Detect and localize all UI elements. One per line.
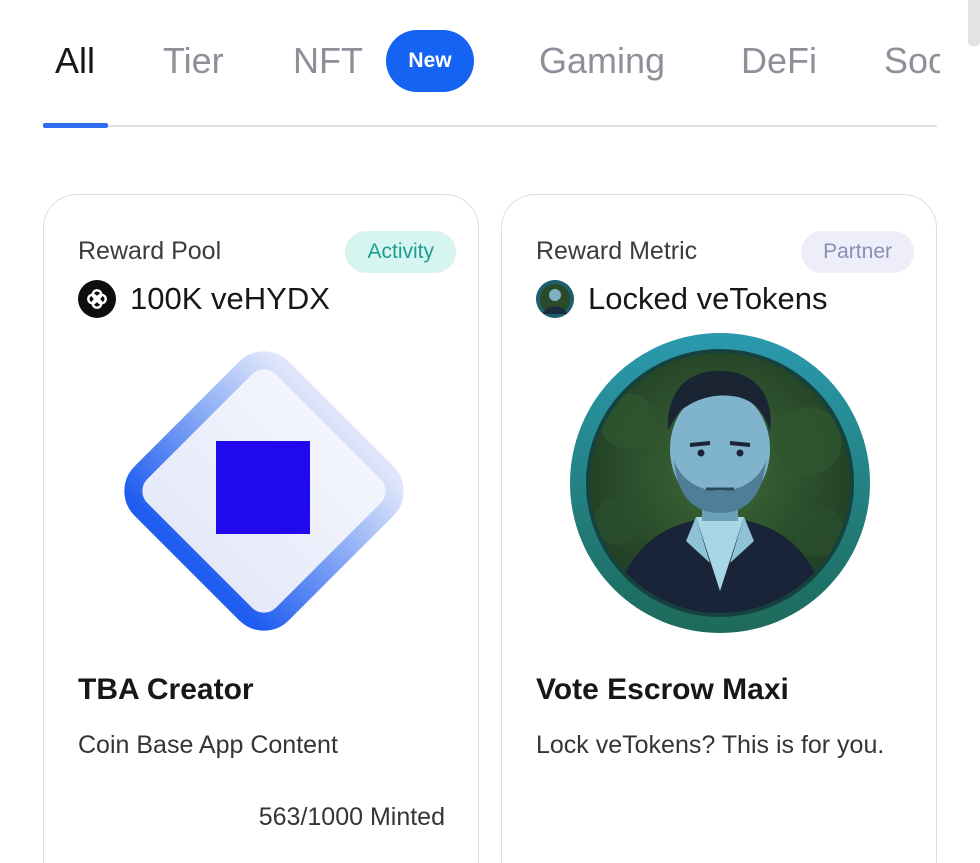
reward-label: Reward Metric bbox=[536, 237, 698, 265]
tab-social[interactable]: Soc bbox=[884, 38, 940, 84]
tab-defi[interactable]: DeFi bbox=[741, 38, 817, 84]
active-tab-indicator bbox=[43, 123, 108, 128]
new-badge: New bbox=[386, 30, 474, 92]
reward-value: 100K veHYDX bbox=[78, 279, 330, 319]
category-tabs: All Tier NFT New Gaming DeFi Soc bbox=[0, 0, 940, 130]
avatar-portrait-icon bbox=[536, 280, 574, 318]
tab-gaming[interactable]: Gaming bbox=[539, 38, 665, 84]
reward-amount: Locked veTokens bbox=[588, 281, 828, 316]
hydx-logo-icon bbox=[78, 280, 116, 318]
nft-card-vote-escrow-maxi[interactable]: Reward Metric Partner Locked veTokens Vo… bbox=[501, 194, 937, 863]
card-title: Vote Escrow Maxi bbox=[536, 673, 789, 706]
partner-tag: Partner bbox=[801, 231, 914, 273]
tab-all[interactable]: All bbox=[55, 38, 95, 84]
card-title: TBA Creator bbox=[78, 673, 254, 706]
scrollbar-thumb[interactable] bbox=[968, 0, 980, 46]
tab-nft[interactable]: NFT bbox=[293, 38, 363, 84]
portrait-medallion-art bbox=[570, 333, 870, 633]
reward-amount: 100K veHYDX bbox=[130, 281, 330, 316]
card-description: Coin Base App Content bbox=[78, 731, 338, 759]
tab-tier[interactable]: Tier bbox=[163, 38, 224, 84]
blue-diamond-art bbox=[124, 351, 404, 631]
card-description: Lock veTokens? This is for you. bbox=[536, 731, 885, 759]
reward-label: Reward Pool bbox=[78, 237, 222, 265]
reward-value: Locked veTokens bbox=[536, 279, 828, 319]
minted-count: 563/1000 Minted bbox=[258, 803, 445, 831]
tab-divider bbox=[43, 125, 937, 127]
activity-tag: Activity bbox=[345, 231, 456, 273]
nft-card-tba-creator[interactable]: Reward Pool Activity 100K veHYDX TBA Cre… bbox=[43, 194, 479, 863]
nft-quests-page: All Tier NFT New Gaming DeFi Soc Reward … bbox=[0, 0, 980, 863]
